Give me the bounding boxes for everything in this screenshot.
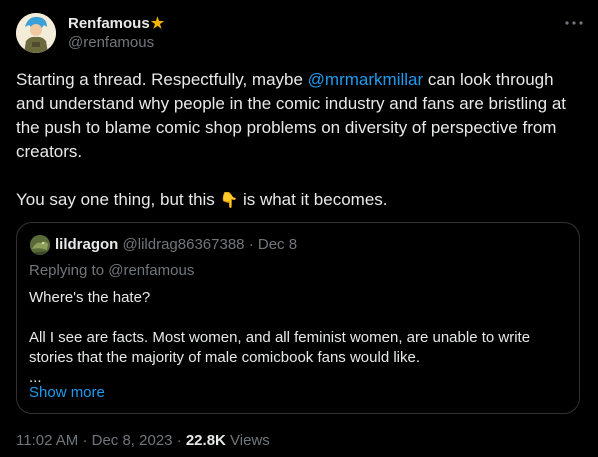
avatar[interactable] bbox=[16, 13, 56, 53]
tweet-line2-before: You say one thing, but this bbox=[16, 190, 220, 209]
quote-date[interactable]: Dec 8 bbox=[258, 236, 297, 253]
user-handle[interactable]: @renfamous bbox=[68, 34, 154, 51]
tweet-date[interactable]: Dec 8, 2023 bbox=[92, 432, 173, 449]
quote-line-2: All I see are facts. Most women, and all… bbox=[29, 329, 531, 366]
quote-text: Where's the hate? All I see are facts. M… bbox=[29, 288, 569, 388]
views-count[interactable]: 22.8K bbox=[186, 432, 226, 449]
show-more-link[interactable]: Show more bbox=[29, 384, 105, 401]
meta-separator-2: · bbox=[176, 432, 182, 449]
star-icon: ★ bbox=[150, 15, 165, 32]
tweet-paragraph-2: You say one thing, but this 👇 is what it… bbox=[16, 188, 576, 213]
pointing-down-emoji: 👇 bbox=[219, 192, 239, 209]
quote-handle[interactable]: @lildrag86367388 bbox=[123, 236, 245, 253]
quote-ellipsis: ... bbox=[29, 369, 42, 386]
tweet-meta: 11:02 AM · Dec 8, 2023 · 22.8K Views bbox=[16, 432, 270, 449]
avatar-image bbox=[16, 13, 56, 53]
quote-replying-handle[interactable]: @renfamous bbox=[108, 262, 194, 279]
tweet-paragraph-1: Starting a thread. Respectfully, maybe @… bbox=[16, 68, 576, 164]
tweet-text: Starting a thread. Respectfully, maybe @… bbox=[16, 68, 576, 213]
quote-avatar-image bbox=[30, 235, 50, 255]
display-name-text: Renfamous bbox=[68, 15, 150, 32]
quoted-tweet[interactable]: lildragon @lildrag86367388 · Dec 8 Reply… bbox=[16, 222, 580, 414]
quote-replying-label: Replying to bbox=[29, 262, 109, 279]
views-label: Views bbox=[230, 432, 270, 449]
quote-avatar[interactable] bbox=[30, 235, 50, 255]
quote-separator: · bbox=[248, 236, 254, 253]
tweet-time[interactable]: 11:02 AM bbox=[16, 432, 78, 449]
tweet-text-before-mention: Starting a thread. Respectfully, maybe bbox=[16, 70, 308, 89]
quote-line-1: Where's the hate? bbox=[29, 289, 151, 306]
quote-replying-to: Replying to @renfamous bbox=[29, 262, 194, 279]
tweet: Renfamous★ @renfamous Starting a thread.… bbox=[0, 0, 598, 457]
mention-link[interactable]: @mrmarkmillar bbox=[308, 70, 423, 89]
more-dots-icon bbox=[565, 21, 583, 25]
meta-separator-1: · bbox=[82, 432, 88, 449]
display-name[interactable]: Renfamous★ bbox=[68, 14, 164, 32]
tweet-line2-after: is what it becomes. bbox=[238, 190, 388, 209]
quote-header: lildragon @lildrag86367388 · Dec 8 bbox=[55, 236, 297, 253]
more-icon[interactable] bbox=[562, 14, 586, 32]
quote-display-name[interactable]: lildragon bbox=[55, 236, 118, 253]
